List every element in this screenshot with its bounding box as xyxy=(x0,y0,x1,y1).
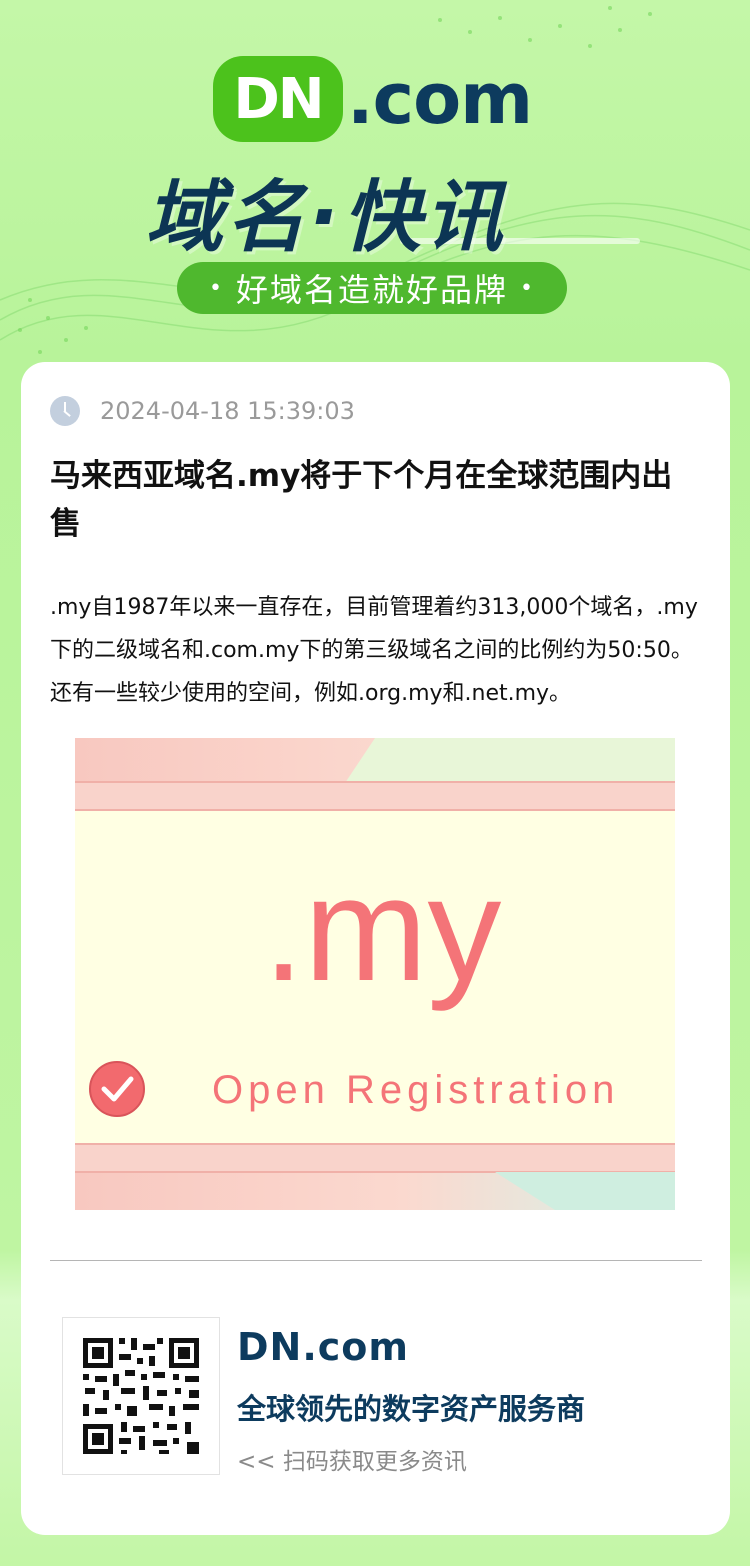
logo-suffix: .com xyxy=(347,58,533,140)
image-domain-text: .my xyxy=(263,847,501,1012)
article-image: .my Open Registration xyxy=(75,738,675,1210)
footer-brand: DN.com xyxy=(237,1325,410,1369)
article-timestamp: 2024-04-18 15:39:03 xyxy=(100,397,355,425)
my-registration-graphic: .my Open Registration xyxy=(75,738,675,1210)
slogan-pill: • 好域名造就好品牌 • xyxy=(177,262,567,314)
slogan-text: 好域名造就好品牌 xyxy=(235,271,508,309)
logo-badge: DN xyxy=(213,56,343,142)
slogan-dot-right: • xyxy=(520,275,535,301)
article-title: 马来西亚域名.my将于下个月在全球范围内出售 xyxy=(50,458,673,542)
footer-tagline: 全球领先的数字资产服务商 xyxy=(237,1392,586,1426)
headline: 域名·快讯 xyxy=(145,173,507,263)
qr-code[interactable] xyxy=(62,1317,220,1475)
qr-code-image xyxy=(63,1318,219,1474)
header-banner: DN .com 域名·快讯 • 好域名造就好品牌 • xyxy=(0,0,750,380)
slogan-dot-left: • xyxy=(209,275,224,301)
dn-logo: DN .com xyxy=(213,56,543,142)
image-caption: Open Registration xyxy=(212,1068,619,1112)
clock-icon xyxy=(50,396,80,426)
article-card: 2024-04-18 15:39:03 马来西亚域名.my将于下个月在全球范围内… xyxy=(21,362,730,1535)
footer-scan-prompt: << 扫码获取更多资讯 xyxy=(237,1449,467,1475)
article-meta: 2024-04-18 15:39:03 xyxy=(50,394,355,428)
check-circle-icon xyxy=(89,1061,145,1117)
divider xyxy=(50,1260,702,1261)
article-body: .my自1987年以来一直存在，目前管理着约313,000个域名，.my下的二级… xyxy=(50,595,698,706)
